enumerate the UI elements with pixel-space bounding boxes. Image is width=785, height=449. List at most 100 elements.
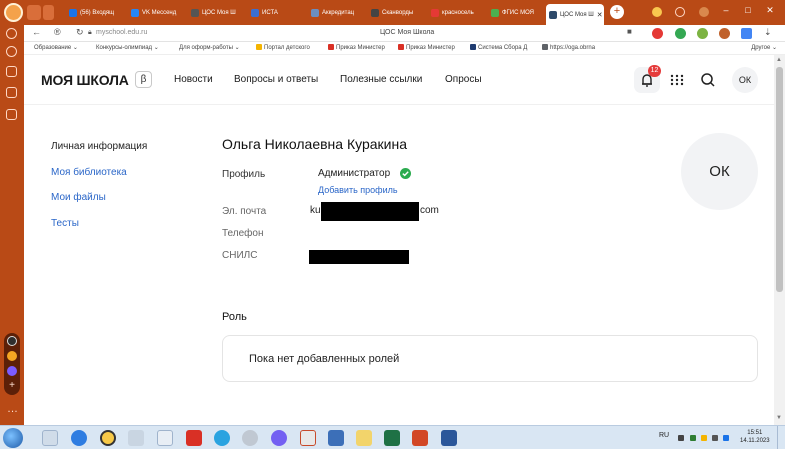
bookmark-page-icon[interactable]: ■ xyxy=(627,27,632,36)
bookmark-link[interactable]: Приказ Министер xyxy=(398,44,455,51)
system-clock[interactable]: 15:51 14.11.2023 xyxy=(740,429,770,445)
aria-icon[interactable] xyxy=(7,351,17,361)
tab-krasnoselsky[interactable]: красносель xyxy=(428,5,486,21)
nav-news[interactable]: Новости xyxy=(174,74,213,85)
excel-icon[interactable] xyxy=(384,430,400,446)
show-desktop-button[interactable] xyxy=(777,426,785,449)
back-icon[interactable]: ← xyxy=(32,27,41,37)
speed-dial-icon[interactable] xyxy=(6,66,17,77)
tray-volume-icon[interactable] xyxy=(712,435,718,441)
extension-icon-2[interactable] xyxy=(719,28,730,39)
extension-icon[interactable] xyxy=(697,28,708,39)
site-logo[interactable]: МОЯ ШКОЛА xyxy=(41,72,129,88)
tab-accreditation[interactable]: Аккредитац xyxy=(308,5,366,21)
lock-icon[interactable]: 🔒︎ xyxy=(88,29,92,37)
chatgpt-icon[interactable] xyxy=(7,336,17,346)
bookmarks-panel-icon[interactable] xyxy=(6,87,17,98)
telegram-icon[interactable] xyxy=(214,430,230,446)
powerpoint-icon[interactable] xyxy=(412,430,428,446)
download-icon[interactable]: ⇣ xyxy=(764,27,772,38)
calculator-icon[interactable] xyxy=(157,430,173,446)
minimize-button[interactable]: – xyxy=(719,5,733,15)
player-icon[interactable] xyxy=(6,46,17,57)
media-app-icon[interactable] xyxy=(100,430,116,446)
notifications-button[interactable]: 12 xyxy=(634,65,661,93)
instagram-icon[interactable] xyxy=(7,366,17,376)
bookmark-link[interactable]: Приказ Министер xyxy=(328,44,385,51)
shield-icon[interactable] xyxy=(675,28,686,39)
globe-icon xyxy=(311,9,319,17)
nav-faq[interactable]: Вопросы и ответы xyxy=(234,74,318,85)
scroll-down-icon[interactable]: ▼ xyxy=(776,415,782,421)
close-tab-icon[interactable]: ✕ xyxy=(597,11,603,19)
tray-network-icon[interactable] xyxy=(690,435,696,441)
tab-crosswords[interactable]: Сканворды xyxy=(368,5,426,21)
scrollbar-thumb[interactable] xyxy=(776,67,783,292)
sidebar-item-library[interactable]: Моя библиотека xyxy=(51,167,127,178)
ie-icon[interactable] xyxy=(71,430,87,446)
reload-icon[interactable]: ↻ xyxy=(76,27,84,38)
opera-menu-icon[interactable] xyxy=(4,3,23,22)
workspace-icon[interactable] xyxy=(27,5,41,20)
header-avatar[interactable]: ОК xyxy=(732,67,758,93)
globe-icon xyxy=(491,9,499,17)
paint-icon[interactable] xyxy=(128,430,144,446)
extension-icon-3[interactable] xyxy=(741,28,752,39)
snapshot-icon[interactable] xyxy=(675,7,685,17)
profile-avatar[interactable]: ОК xyxy=(681,133,758,210)
word-icon[interactable] xyxy=(441,430,457,446)
easy-setup-icon[interactable] xyxy=(699,7,709,17)
start-button[interactable] xyxy=(3,428,23,448)
add-sidebar-app-icon[interactable]: + xyxy=(7,381,17,391)
maximize-button[interactable]: □ xyxy=(741,5,755,15)
email-label: Эл. почта xyxy=(222,206,267,217)
adblock-icon[interactable] xyxy=(652,28,663,39)
sidebar-item-tests[interactable]: Тесты xyxy=(51,218,79,229)
yandex-browser-icon[interactable] xyxy=(300,430,316,446)
app-icon[interactable] xyxy=(328,430,344,446)
bookmark-folder[interactable]: Конкурсы-олимпиад ⌄ xyxy=(96,44,159,51)
keyboard-language[interactable]: RU xyxy=(659,432,669,439)
tab-ista[interactable]: ИСТА xyxy=(248,5,306,21)
tray-flag-icon[interactable] xyxy=(723,435,729,441)
bookmark-link[interactable]: Система Сбора Д xyxy=(470,44,527,51)
bookmark-link[interactable]: Портал детского xyxy=(256,44,310,51)
apps-grid-icon[interactable] xyxy=(670,69,684,91)
vpn-icon[interactable] xyxy=(652,7,662,17)
forward-icon[interactable]: ® xyxy=(54,27,61,37)
tray-app-icon[interactable] xyxy=(701,435,707,441)
settings-app-icon[interactable] xyxy=(242,430,258,446)
tab-fgis[interactable]: ФГИС МОЯ xyxy=(488,5,544,21)
bookmark-folder[interactable]: Для оформ-работы ⌄ xyxy=(179,44,240,51)
scroll-up-icon[interactable]: ▲ xyxy=(776,57,782,63)
nav-surveys[interactable]: Опросы xyxy=(445,74,482,85)
tray-arrow-icon[interactable] xyxy=(678,435,684,441)
search-icon[interactable] xyxy=(699,69,717,91)
bookmark-folder[interactable]: Образование ⌄ xyxy=(34,44,78,51)
tab-vk[interactable]: VK Мессенд xyxy=(128,5,186,21)
new-tab-button[interactable]: + xyxy=(610,5,624,19)
explorer-icon[interactable] xyxy=(42,430,58,446)
crossword-icon xyxy=(371,9,379,17)
url-field[interactable]: myschool.edu.ru xyxy=(96,29,147,36)
history-icon[interactable] xyxy=(6,28,17,39)
anydesk-icon[interactable] xyxy=(186,430,202,446)
windows-taskbar: RU 15:51 14.11.2023 xyxy=(0,425,785,449)
nav-useful-links[interactable]: Полезные ссылки xyxy=(340,74,422,85)
folder-icon[interactable] xyxy=(356,430,372,446)
close-window-button[interactable]: ✕ xyxy=(763,5,777,16)
add-profile-link[interactable]: Добавить профиль xyxy=(318,185,398,195)
page-scrollbar[interactable]: ▲ ▼ xyxy=(774,55,785,425)
sidebar-item-personal-info[interactable]: Личная информация xyxy=(51,141,147,152)
messenger-icon[interactable] xyxy=(6,109,17,120)
tab-myschool-1[interactable]: ЦОС Моя Ш xyxy=(188,5,246,21)
tab-myschool-active[interactable]: ЦОС Моя Ш ✕ xyxy=(546,4,604,25)
address-bar: ← ® ↻ 🔒︎ myschool.edu.ru ЦОС Моя Школа ■… xyxy=(24,25,785,42)
viber-icon[interactable] xyxy=(271,430,287,446)
sidebar-item-files[interactable]: Мои файлы xyxy=(51,192,106,203)
tab-list-chevron-icon[interactable] xyxy=(43,5,54,20)
more-icon[interactable]: … xyxy=(7,403,18,415)
bookmarks-other-folder[interactable]: Другое ⌄ xyxy=(751,44,777,51)
bookmark-link[interactable]: https://oga.obrna xyxy=(542,44,595,51)
tab-gmail[interactable]: (56) Входящ xyxy=(66,5,126,21)
